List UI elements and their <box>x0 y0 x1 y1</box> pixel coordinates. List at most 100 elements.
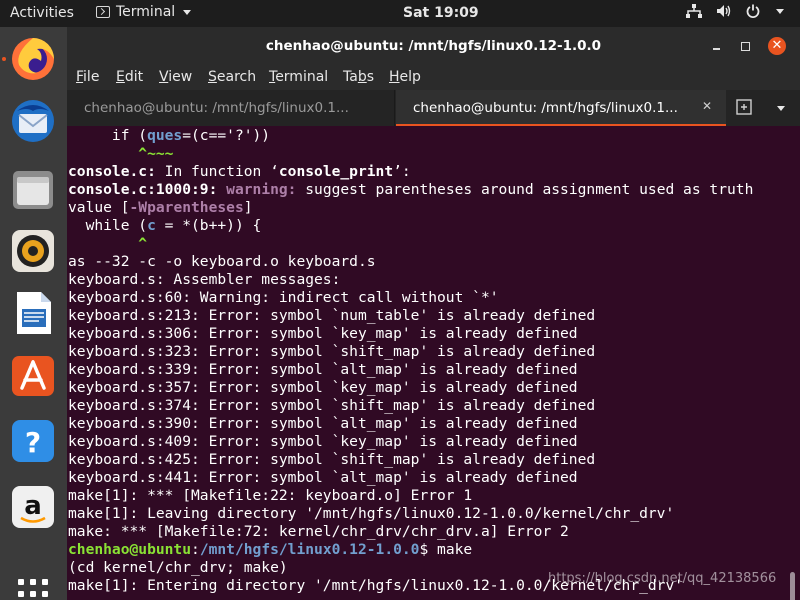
dock: ? a <box>0 27 67 600</box>
terminal-line: make: *** [Makefile:72: kernel/chr_drv/c… <box>68 523 569 541</box>
terminal-line: value [-Wparentheses] <box>68 199 253 217</box>
system-tray[interactable] <box>686 4 784 18</box>
chevron-down-icon[interactable] <box>777 106 785 111</box>
menu-tabs[interactable]: Tabs <box>343 69 374 85</box>
minimize-button[interactable] <box>708 37 726 55</box>
terminal-text: while ( <box>68 217 148 234</box>
terminal-output[interactable]: if (ques=(c=='?')) ^~~~ console.c: In fun… <box>67 126 800 600</box>
new-tab-icon[interactable] <box>735 98 755 118</box>
terminal-text: as --32 -c -o keyboard.o keyboard.s <box>68 253 376 270</box>
terminal-text: $ make <box>419 541 473 558</box>
terminal-line: (cd kernel/chr_drv; make) <box>68 559 288 577</box>
chevron-down-icon <box>183 9 192 15</box>
title-bar[interactable]: chenhao@ubuntu: /mnt/hgfs/linux0.12-1.0.… <box>67 27 800 65</box>
terminal-text: value [ <box>68 199 130 216</box>
terminal-line: console.c:1000:9: warning: suggest paren… <box>68 181 753 199</box>
menu-file[interactable]: File <box>76 69 99 85</box>
terminal-line: keyboard.s:60: Warning: indirect call wi… <box>68 289 499 307</box>
terminal-line: keyboard.s:306: Error: symbol `key_map' … <box>68 325 578 343</box>
terminal-text: ] <box>243 199 253 216</box>
maximize-button[interactable] <box>736 37 754 55</box>
terminal-text: keyboard.s:409: Error: symbol `key_map' … <box>68 433 578 450</box>
scrollbar[interactable] <box>790 572 795 600</box>
apps-grid-icon[interactable] <box>18 579 48 600</box>
terminal-text: In function ‘ <box>155 163 279 180</box>
terminal-line: while (c = *(b++)) { <box>68 217 262 235</box>
clock[interactable]: Sat 19:09 <box>403 5 479 21</box>
libreoffice-writer-icon[interactable] <box>9 289 57 337</box>
amazon-icon[interactable]: a <box>9 483 57 531</box>
close-button[interactable]: ✕ <box>768 37 786 55</box>
terminal-text: keyboard.s:60: Warning: indirect call wi… <box>68 289 499 306</box>
terminal-text: keyboard.s:306: Error: symbol `key_map' … <box>68 325 578 342</box>
terminal-text: =(c=='?')) <box>182 127 271 144</box>
tab-2[interactable]: chenhao@ubuntu: /mnt/hgfs/linux0.1... ✕ <box>396 90 726 126</box>
rhythmbox-icon[interactable] <box>9 227 57 275</box>
terminal-line: as --32 -c -o keyboard.o keyboard.s <box>68 253 376 271</box>
help-icon[interactable]: ? <box>9 417 57 465</box>
top-bar: Activities Terminal Sat 19:09 <box>0 0 800 27</box>
app-menu[interactable]: Terminal <box>96 4 192 20</box>
network-icon <box>686 4 702 18</box>
terminal-line: keyboard.s:441: Error: symbol `alt_map' … <box>68 469 578 487</box>
terminal-line: make[1]: *** [Makefile:22: keyboard.o] E… <box>68 487 472 505</box>
terminal-text: = *(b++)) { <box>155 217 262 234</box>
terminal-text: ’: <box>393 163 411 180</box>
running-indicator <box>2 57 6 61</box>
terminal-line: make[1]: Leaving directory '/mnt/hgfs/li… <box>68 505 674 523</box>
terminal-text: keyboard.s:339: Error: symbol `alt_map' … <box>68 361 578 378</box>
terminal-text: : <box>191 541 200 558</box>
terminal-icon <box>96 6 110 18</box>
menu-view[interactable]: View <box>159 69 192 85</box>
app-menu-label: Terminal <box>116 4 176 20</box>
volume-icon <box>717 5 731 17</box>
tab-1[interactable]: chenhao@ubuntu: /mnt/hgfs/linux0.1... <box>67 90 395 126</box>
svg-text:a: a <box>24 491 42 521</box>
terminal-text: /mnt/hgfs/linux0.12-1.0.0 <box>199 541 420 558</box>
menu-help[interactable]: Help <box>389 69 421 85</box>
menu-search[interactable]: Search <box>208 69 256 85</box>
terminal-text: keyboard.s:374: Error: symbol `shift_map… <box>68 397 596 414</box>
terminal-line: keyboard.s:213: Error: symbol `num_table… <box>68 307 595 325</box>
files-icon[interactable] <box>9 165 57 213</box>
terminal-line: if (ques=(c=='?')) <box>68 127 270 145</box>
svg-text:?: ? <box>25 426 41 459</box>
terminal-line: chenhao@ubuntu:/mnt/hgfs/linux0.12-1.0.0… <box>68 541 472 559</box>
thunderbird-icon[interactable] <box>9 97 57 145</box>
terminal-text: make[1]: Leaving directory '/mnt/hgfs/li… <box>68 505 675 522</box>
terminal-text: console.c:1000:9: <box>68 181 218 198</box>
terminal-text: keyboard.s:441: Error: symbol `alt_map' … <box>68 469 578 486</box>
terminal-text: keyboard.s:213: Error: symbol `num_table… <box>68 307 596 324</box>
menu-terminal[interactable]: Terminal <box>269 69 328 85</box>
terminal-text: keyboard.s: Assembler messages: <box>68 271 341 288</box>
terminal-text: keyboard.s:390: Error: symbol `alt_map' … <box>68 415 578 432</box>
terminal-text: if ( <box>68 127 148 144</box>
window-title: chenhao@ubuntu: /mnt/hgfs/linux0.12-1.0.… <box>265 38 602 54</box>
menu-edit[interactable]: Edit <box>116 69 143 85</box>
close-tab-icon[interactable]: ✕ <box>700 99 714 113</box>
terminal-line: keyboard.s: Assembler messages: <box>68 271 340 289</box>
tab-label: chenhao@ubuntu: /mnt/hgfs/linux0.1... <box>84 100 349 116</box>
firefox-icon[interactable] <box>9 35 57 83</box>
terminal-line: keyboard.s:323: Error: symbol `shift_map… <box>68 343 595 361</box>
tab-bar: chenhao@ubuntu: /mnt/hgfs/linux0.1... ch… <box>67 90 800 126</box>
ubuntu-software-icon[interactable] <box>9 351 57 399</box>
activities-button[interactable]: Activities <box>10 5 74 21</box>
terminal-text: console_print <box>278 163 394 180</box>
terminal-line: keyboard.s:390: Error: symbol `alt_map' … <box>68 415 578 433</box>
terminal-text: warning: <box>226 181 297 198</box>
terminal-line: ^ <box>68 235 147 253</box>
terminal-text: keyboard.s:323: Error: symbol `shift_map… <box>68 343 596 360</box>
terminal-line: keyboard.s:339: Error: symbol `alt_map' … <box>68 361 578 379</box>
terminal-line: keyboard.s:425: Error: symbol `shift_map… <box>68 451 595 469</box>
terminal-text: chenhao@ubuntu <box>68 541 192 558</box>
terminal-text: console.c: <box>68 163 156 180</box>
menu-bar: File Edit View Search Terminal Tabs Help <box>67 65 800 90</box>
terminal-text: make: *** [Makefile:72: kernel/chr_drv/c… <box>68 523 569 540</box>
tab-label: chenhao@ubuntu: /mnt/hgfs/linux0.1... <box>413 100 678 116</box>
terminal-text: keyboard.s:425: Error: symbol `shift_map… <box>68 451 596 468</box>
chevron-down-icon <box>776 8 784 14</box>
